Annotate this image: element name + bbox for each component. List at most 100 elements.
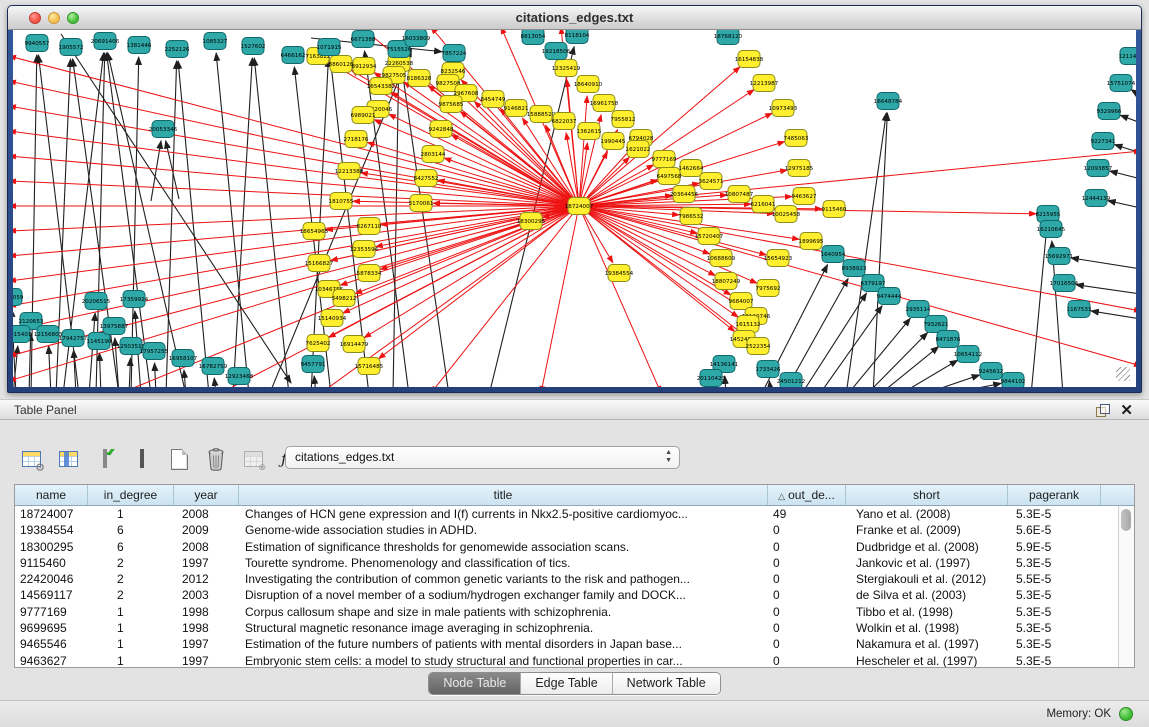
table-row[interactable]: 969969511998Structural magnetic resonanc… [15, 620, 1134, 636]
graph-node[interactable]: 1167533 [1067, 301, 1092, 318]
graph-node[interactable]: 9875685 [439, 96, 464, 113]
graph-node[interactable]: 9227341 [1091, 133, 1116, 150]
graph-node[interactable]: 2520059 [13, 289, 24, 306]
graph-node[interactable]: 19218506 [542, 43, 571, 60]
graph-node[interactable]: 8427552 [414, 170, 439, 187]
graph-node[interactable]: 1615132 [736, 316, 761, 333]
graph-node[interactable]: 20053346 [149, 121, 178, 138]
graph-node[interactable]: 15166827 [305, 255, 334, 272]
graph-node[interactable]: 16210645 [1037, 221, 1066, 238]
graph-node[interactable]: 10025458 [772, 206, 801, 223]
table-mode-settings-button[interactable]: ⚙ [18, 445, 44, 473]
column-header-title[interactable]: title [239, 485, 768, 505]
graph-node[interactable]: 1071915 [317, 39, 342, 56]
graph-node[interactable]: 12444139 [1082, 190, 1111, 207]
graph-node[interactable]: 1905572 [59, 39, 84, 56]
graph-node[interactable]: 12923468 [225, 368, 254, 385]
graph-node[interactable]: 10688609 [707, 250, 736, 267]
graph-node[interactable]: 12975185 [785, 160, 814, 177]
graph-node[interactable]: 3170061 [409, 195, 434, 212]
create-new-column-button[interactable] [166, 445, 192, 473]
tab-edge-table[interactable]: Edge Table [521, 673, 612, 694]
graph-node[interactable]: 16782759 [199, 358, 228, 375]
graph-node[interactable]: 16154838 [735, 51, 764, 68]
graph-node[interactable]: 20206515 [82, 293, 111, 310]
column-header-pagerank[interactable]: pagerank [1008, 485, 1101, 505]
graph-node[interactable]: 8267110 [357, 218, 382, 235]
column-header-out_de[interactable]: △out_de... [768, 485, 846, 505]
graph-node[interactable]: 24501212 [777, 373, 805, 388]
graph-node[interactable]: 12325419 [552, 60, 581, 77]
graph-node[interactable]: 3915401 [13, 326, 32, 343]
graph-node[interactable]: 8813054 [521, 30, 546, 45]
graph-node[interactable]: 5878334 [357, 265, 382, 282]
graph-node[interactable]: 1621022 [626, 141, 651, 158]
graph-node[interactable]: 18807249 [712, 273, 741, 290]
graph-node[interactable]: 15751074 [1107, 75, 1136, 92]
table-row[interactable]: 1830029562008Estimation of significance … [15, 539, 1134, 555]
graph-node[interactable]: 2935114 [906, 301, 931, 318]
graph-node[interactable]: 18640910 [574, 76, 603, 93]
graph-node[interactable]: 8118104 [565, 30, 590, 44]
graph-node[interactable]: 8215955 [1036, 206, 1061, 223]
graph-node[interactable]: 20364456 [670, 186, 699, 203]
graph-node[interactable]: 16543382 [367, 78, 395, 95]
vertical-scrollbar[interactable] [1118, 506, 1134, 667]
graph-node[interactable]: 1381446 [127, 37, 152, 54]
table-row[interactable]: 2242004622012Investigating the contribut… [15, 571, 1134, 587]
graph-node[interactable]: 15720407 [695, 228, 724, 245]
graph-node[interactable]: 9115460 [822, 201, 847, 218]
graph-node[interactable]: 17942757 [59, 330, 88, 347]
table-row[interactable]: 946362711997Embryonic stem cells: a mode… [15, 653, 1134, 668]
graph-node[interactable]: 9245612 [979, 363, 1004, 380]
graph-node[interactable]: 12353594 [350, 241, 379, 258]
graph-node[interactable]: 16914479 [340, 336, 369, 353]
close-panel-icon[interactable]: ✕ [1120, 401, 1133, 419]
graph-node[interactable]: 2522354 [746, 338, 771, 355]
window-titlebar[interactable]: citations_edges.txt [8, 6, 1141, 30]
graph-node[interactable]: 1810755 [329, 193, 354, 210]
table-row[interactable]: 911546021997Tourette syndrome. Phenomeno… [15, 555, 1134, 571]
tab-node-table[interactable]: Node Table [429, 673, 521, 694]
graph-node[interactable]: 10807487 [725, 186, 754, 203]
graph-node[interactable]: 1462664 [679, 160, 704, 177]
column-header-in_degree[interactable]: in_degree [88, 485, 174, 505]
graph-node[interactable]: 1211417 [1119, 48, 1136, 65]
graph-node[interactable]: 6216041 [751, 196, 776, 213]
graph-node[interactable]: 19384554 [605, 265, 634, 282]
table-selector-dropdown[interactable]: citations_edges.txt ▲▼ [285, 446, 680, 469]
graph-node[interactable]: 6497568 [657, 168, 682, 185]
column-header-name[interactable]: name [15, 485, 88, 505]
graph-node[interactable]: 9242848 [429, 121, 454, 138]
graph-node[interactable]: 9463627 [792, 188, 817, 205]
graph-node[interactable]: 7857224 [442, 45, 467, 62]
graph-node[interactable]: 8186328 [407, 70, 432, 87]
graph-node[interactable]: 1527602 [241, 38, 266, 55]
graph-node[interactable]: 18654965 [300, 223, 329, 240]
table-row[interactable]: 1938455462009Genome-wide association stu… [15, 522, 1134, 538]
graph-node[interactable]: 6822037 [552, 113, 577, 130]
graph-node[interactable]: 3498212 [332, 290, 357, 307]
float-panel-icon[interactable] [1096, 404, 1109, 417]
graph-node[interactable]: 9457791 [301, 356, 326, 373]
graph-node[interactable]: 3624571 [699, 173, 724, 190]
table-row[interactable]: 1872400712008Changes of HCN gene express… [15, 506, 1134, 522]
window-resize-grip[interactable] [1116, 367, 1130, 381]
tab-network-table[interactable]: Network Table [613, 673, 720, 694]
graph-node[interactable]: 8860128 [329, 56, 354, 73]
graph-node[interactable]: 9146821 [504, 100, 529, 117]
graph-node[interactable]: 13975887 [100, 318, 129, 335]
graph-node[interactable]: 18300295 [517, 213, 546, 230]
show-hide-columns-button[interactable] [55, 445, 81, 473]
graph-node[interactable]: 9684007 [729, 293, 754, 310]
graph-node[interactable]: 15140934 [318, 310, 347, 327]
graph-node[interactable]: 10973493 [769, 100, 798, 117]
column-header-year[interactable]: year [174, 485, 239, 505]
graph-node[interactable]: 12213987 [750, 75, 779, 92]
graph-node[interactable]: 1990445 [601, 133, 626, 150]
graph-node[interactable]: 7975692 [756, 280, 781, 297]
graph-node[interactable]: 7955812 [611, 111, 636, 128]
graph-node[interactable]: 16648784 [874, 93, 903, 110]
graph-node[interactable]: 1640954 [821, 246, 846, 263]
graph-node[interactable]: 7485063 [784, 130, 809, 147]
